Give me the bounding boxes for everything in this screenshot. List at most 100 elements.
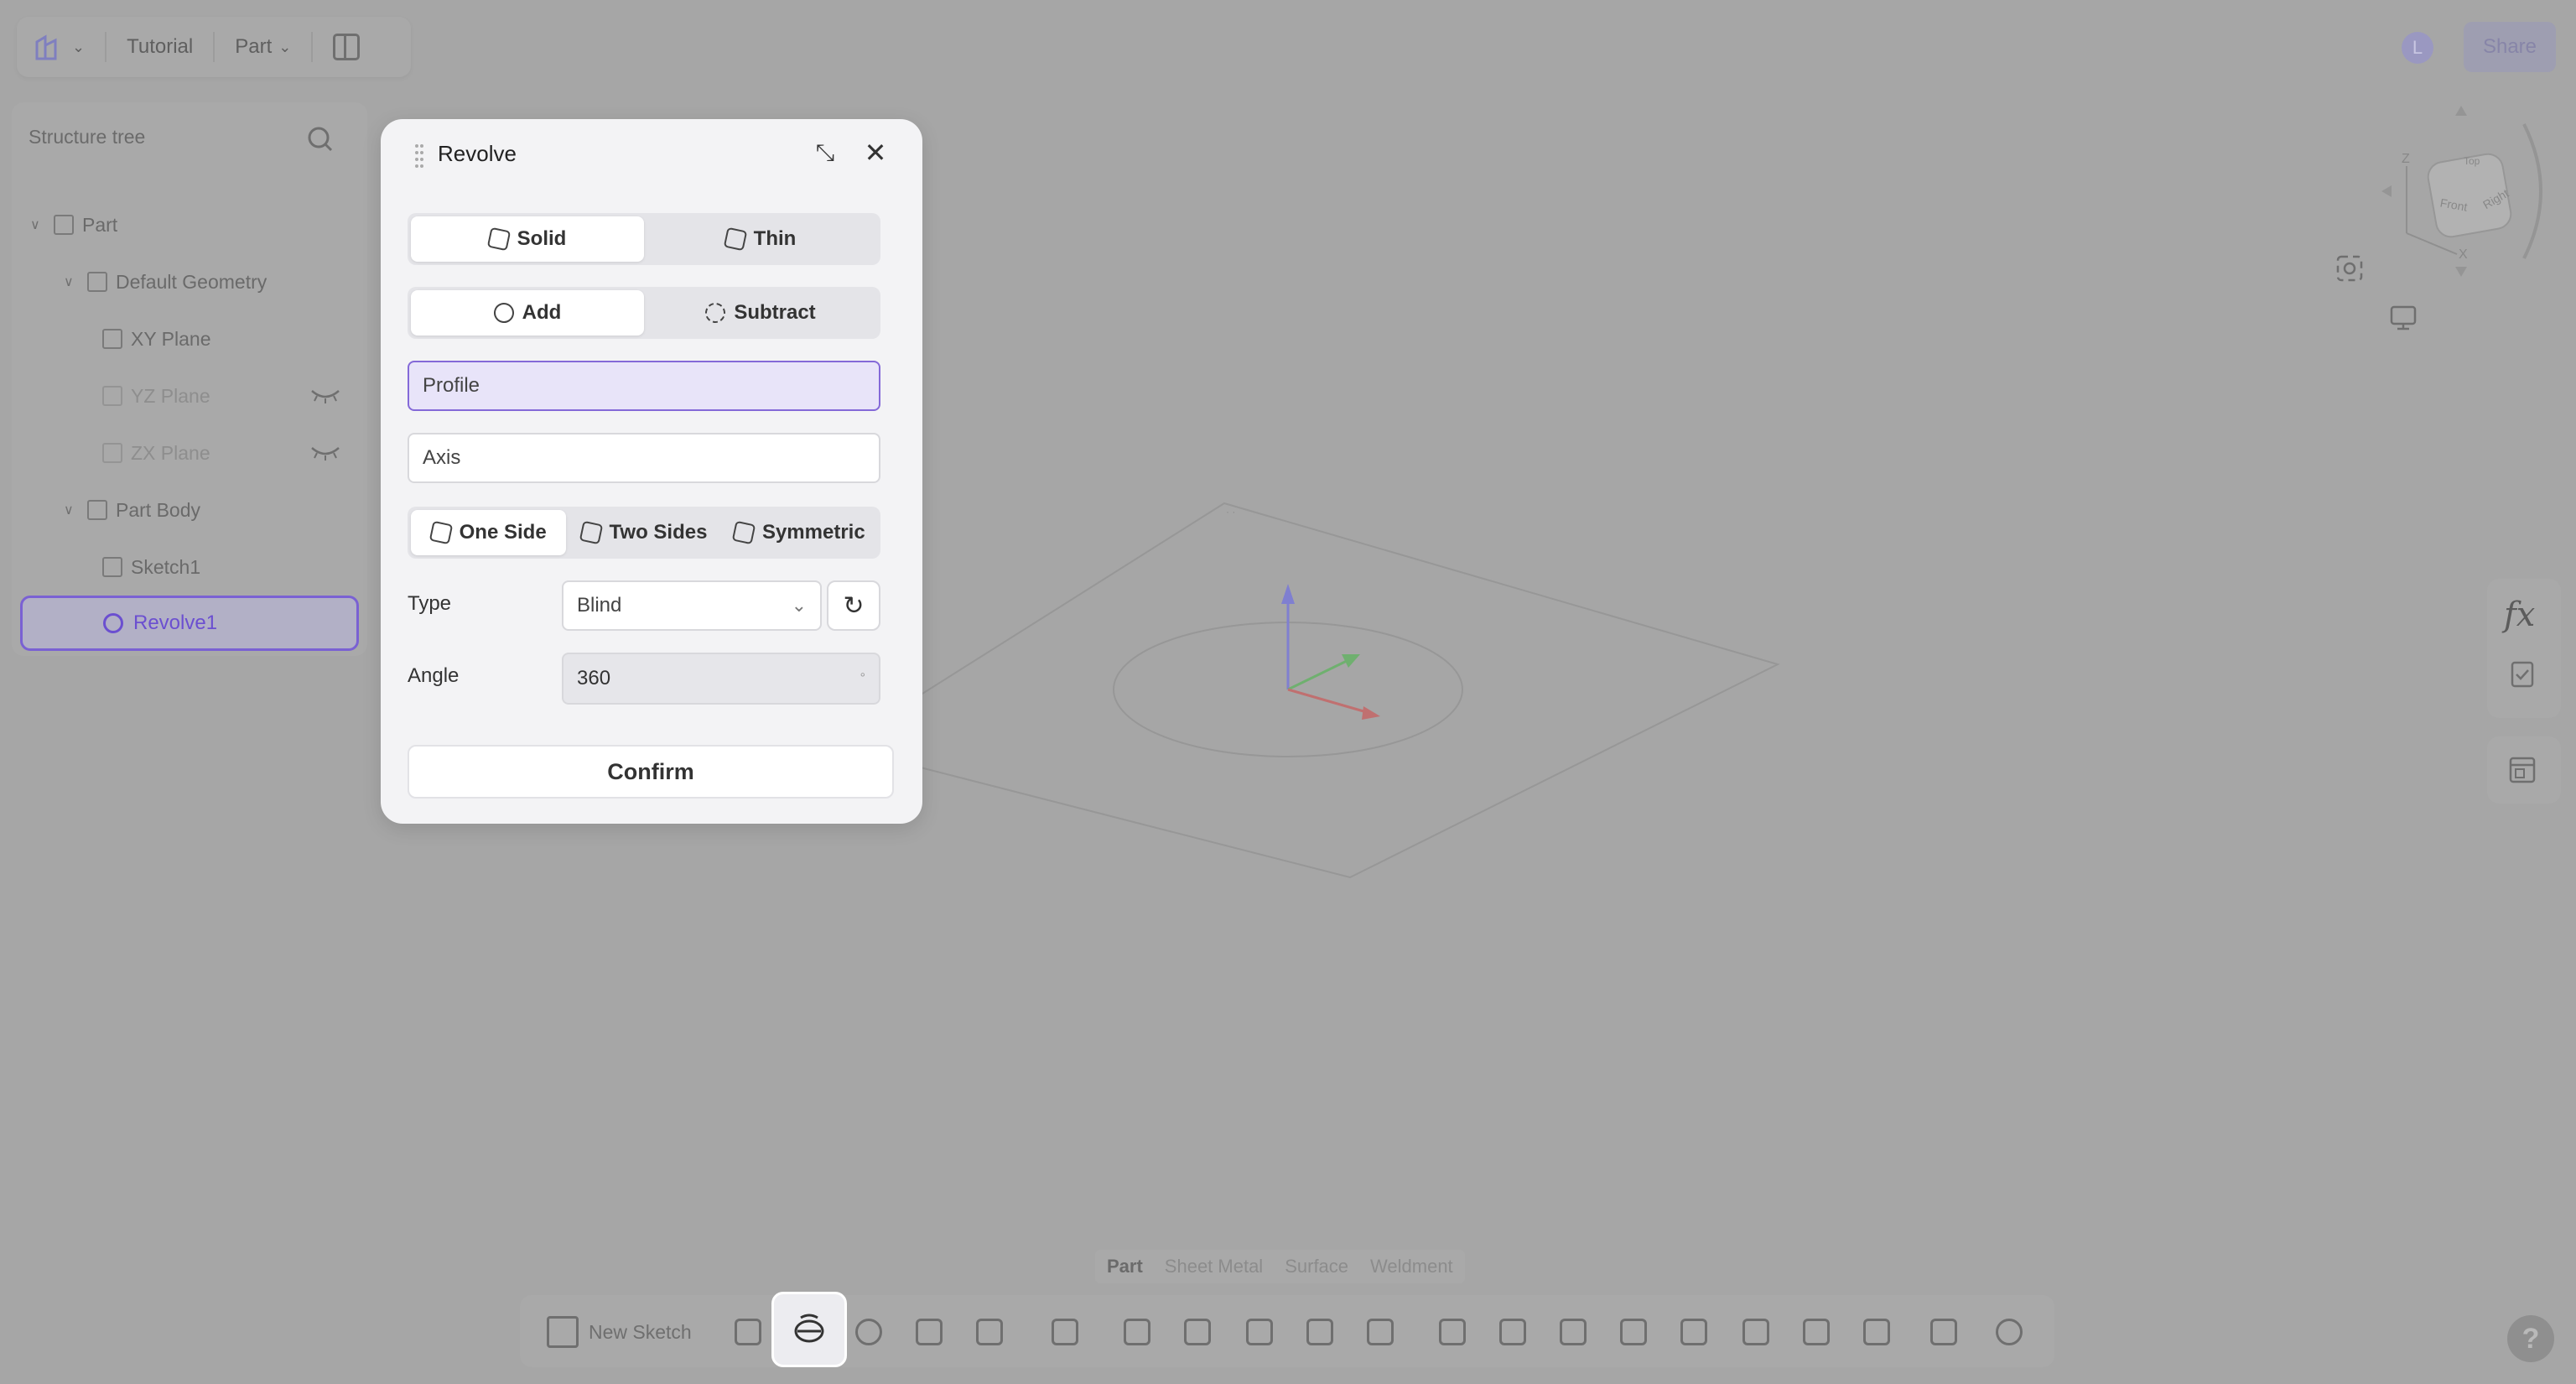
topbar-divider: [213, 32, 216, 62]
one-side-option[interactable]: One Side: [411, 510, 567, 555]
new-sketch-button[interactable]: New Sketch: [547, 1314, 692, 1350]
tree-item-yz-plane[interactable]: YZ Plane: [102, 379, 210, 413]
chevron-down-icon[interactable]: ∨: [30, 216, 45, 233]
datum-plane-tool-icon[interactable]: [1858, 1314, 1895, 1350]
tab-sheet-metal[interactable]: Sheet Metal: [1165, 1256, 1263, 1277]
fx-icon[interactable]: fx: [2504, 596, 2535, 634]
type-select[interactable]: Blind ⌄: [562, 580, 822, 631]
tab-weldment[interactable]: Weldment: [1370, 1256, 1453, 1277]
tab-part[interactable]: Part: [1107, 1256, 1143, 1277]
top-bar: ⌄ Tutorial Part ⌄: [17, 17, 411, 77]
offset-tool-icon[interactable]: [1362, 1314, 1399, 1350]
checklist-icon[interactable]: [2507, 659, 2537, 689]
extrude-tool-icon[interactable]: [730, 1314, 766, 1350]
tree-item-label: Sketch1: [131, 555, 201, 578]
fillet-tool-icon[interactable]: [1119, 1314, 1156, 1350]
angle-unit: °: [860, 671, 865, 685]
tree-item-sketch1[interactable]: Sketch1: [102, 550, 200, 584]
x-axis-label: X: [2459, 247, 2468, 262]
rib-tool-icon[interactable]: [971, 1314, 1008, 1350]
tree-item-part-body[interactable]: ∨ Part Body: [64, 493, 200, 527]
thin-option[interactable]: Thin: [644, 216, 877, 262]
datum-axis-tool-icon[interactable]: [1925, 1314, 1962, 1350]
drag-handle-icon[interactable]: [414, 143, 426, 168]
layout-icon[interactable]: [2507, 755, 2537, 785]
measure-tool-icon[interactable]: [1991, 1314, 2028, 1350]
camera-view-icon[interactable]: [2334, 253, 2365, 284]
axis-field[interactable]: Axis: [408, 433, 880, 483]
view-cube[interactable]: Z X Front Right Top: [2365, 99, 2558, 284]
eye-closed-icon[interactable]: [310, 388, 340, 404]
confirm-button[interactable]: Confirm: [408, 745, 894, 799]
logo-chevron-down-icon[interactable]: ⌄: [72, 39, 85, 56]
project-name[interactable]: Tutorial: [127, 35, 193, 59]
help-button[interactable]: ?: [2507, 1315, 2554, 1362]
subtract-label: Subtract: [734, 301, 816, 324]
solid-icon: [486, 226, 511, 252]
revolve-icon: [794, 1314, 824, 1343]
sketch-icon: [102, 557, 122, 577]
draft-tool-icon[interactable]: [1241, 1314, 1278, 1350]
geometry-icon: [87, 272, 107, 292]
tab-surface[interactable]: Surface: [1285, 1256, 1348, 1277]
topbar-divider: [105, 32, 107, 62]
solid-option[interactable]: Solid: [411, 216, 644, 262]
display-mode-icon[interactable]: [2388, 302, 2418, 332]
loft-tool-icon[interactable]: [911, 1314, 948, 1350]
mode-selector[interactable]: Part: [235, 35, 272, 59]
pattern-tool-icon[interactable]: [1434, 1314, 1471, 1350]
tree-item-default-geometry[interactable]: ∨ Default Geometry: [64, 265, 267, 299]
chevron-down-icon[interactable]: ∨: [64, 502, 79, 518]
mirror-tool-icon[interactable]: [1494, 1314, 1531, 1350]
top-face-label: Top: [2464, 155, 2480, 167]
replace-face-tool-icon[interactable]: [1737, 1314, 1774, 1350]
shell-tool-icon[interactable]: [1046, 1314, 1083, 1350]
tree-item-label: Default Geometry: [116, 270, 267, 293]
split-tool-icon[interactable]: [1615, 1314, 1652, 1350]
angle-value: 360: [577, 667, 611, 689]
body-icon: [87, 500, 107, 520]
app-logo-icon[interactable]: [32, 30, 65, 64]
mode-chevron-down-icon[interactable]: ⌄: [278, 39, 291, 56]
add-label: Add: [522, 301, 562, 324]
thicken-tool-icon[interactable]: [1301, 1314, 1338, 1350]
close-icon[interactable]: ✕: [860, 138, 891, 168]
type-label: Type: [408, 592, 452, 615]
revolve-tool-button[interactable]: [771, 1292, 847, 1367]
chevron-down-icon[interactable]: ∨: [64, 273, 79, 290]
tree-item-xy-plane[interactable]: XY Plane: [102, 322, 210, 356]
solid-label: Solid: [517, 227, 567, 250]
plane-icon: [102, 443, 122, 463]
one-side-label: One Side: [459, 521, 547, 544]
two-sides-option[interactable]: Two Sides: [566, 510, 721, 555]
tree-item-part[interactable]: ∨ Part: [30, 208, 117, 242]
operation-toggle: Add Subtract: [408, 287, 880, 339]
profile-field[interactable]: Profile: [408, 361, 880, 411]
body-type-toggle: Solid Thin: [408, 213, 880, 265]
sweep-tool-icon[interactable]: [850, 1314, 887, 1350]
tree-item-zx-plane[interactable]: ZX Plane: [102, 436, 210, 470]
plane-icon: [102, 386, 122, 406]
symmetric-option[interactable]: Symmetric: [722, 510, 877, 555]
avatar[interactable]: L: [2402, 32, 2433, 64]
z-axis-label: Z: [2402, 152, 2410, 166]
reverse-direction-button[interactable]: ↻: [827, 580, 880, 631]
eye-closed-icon[interactable]: [310, 445, 340, 461]
angle-input[interactable]: 360 °: [562, 653, 880, 705]
search-icon[interactable]: [305, 124, 335, 154]
add-option[interactable]: Add: [411, 290, 644, 336]
chevron-down-icon: ⌄: [791, 595, 807, 616]
chamfer-tool-icon[interactable]: [1179, 1314, 1216, 1350]
tree-item-label: XY Plane: [131, 327, 211, 350]
collapse-icon[interactable]: ⤡: [810, 138, 840, 168]
subtract-option[interactable]: Subtract: [644, 290, 877, 336]
workbench-tabs: Part Sheet Metal Surface Weldment: [1095, 1250, 1465, 1283]
share-button[interactable]: Share: [2464, 22, 2556, 72]
combine-tool-icon[interactable]: [1555, 1314, 1592, 1350]
move-body-tool-icon[interactable]: [1675, 1314, 1712, 1350]
thin-label: Thin: [753, 227, 797, 250]
delete-face-tool-icon[interactable]: [1798, 1314, 1835, 1350]
tree-item-revolve1[interactable]: Revolve1: [20, 596, 359, 651]
panel-toggle-icon[interactable]: [333, 34, 361, 60]
tree-item-label: Revolve1: [133, 611, 218, 634]
